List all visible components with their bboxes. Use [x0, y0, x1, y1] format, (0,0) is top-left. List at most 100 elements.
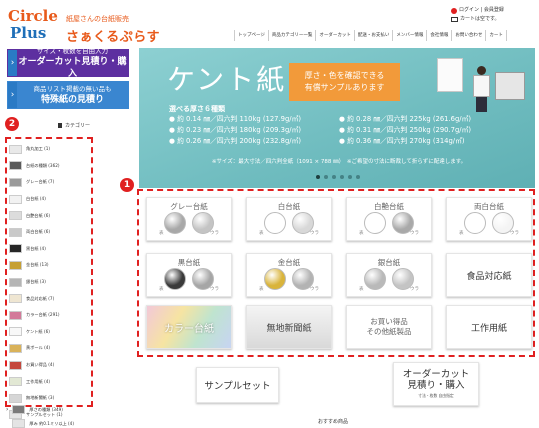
chevron-right-icon: › [8, 50, 17, 76]
hero-sample-callout: 厚さ・色を確認できる 有償サンプルあります [289, 63, 400, 101]
back-label: ウラ [310, 287, 319, 292]
product-label: カラー台紙 [164, 323, 214, 335]
category-heading: カテゴリー [58, 122, 90, 129]
sample-set-button[interactable]: サンプルセット [196, 367, 279, 403]
category-label: 角丸加工 (1) [26, 146, 51, 152]
nav-shipping[interactable]: 配送・お支払い [353, 30, 393, 41]
category-heading-label: カテゴリー [65, 123, 91, 129]
product-tile[interactable]: 金台紙表 ウラ [246, 253, 332, 297]
category-label: ケント紙 (6) [26, 328, 50, 334]
product-tile-color[interactable]: カラー台紙 [146, 305, 232, 349]
hero-size-note: ※サイズ：最大寸法／四六判全紙（1091 × 788 ㎜） ※ご希望の寸法に断裁… [211, 159, 467, 165]
category-item[interactable]: 黄ボール (4) [9, 340, 89, 357]
category-thumb [9, 327, 22, 337]
category-label: 厚さの種類 (349) [29, 406, 63, 412]
category-label: 銀台紙 (3) [26, 279, 46, 285]
product-tile-newspaper[interactable]: 無地新聞紙 [246, 305, 332, 349]
product-tile[interactable]: 白台紙表 ウラ [246, 197, 332, 241]
product-tile-craft[interactable]: 工作用紙 [446, 305, 532, 349]
logo-subtitle: 紙屋さんの台紙販売 [66, 15, 129, 23]
person-illustration [471, 66, 491, 112]
carousel-dot[interactable] [340, 175, 344, 179]
product-tile[interactable]: 白艶台紙表 ウラ [346, 197, 432, 241]
category-item[interactable]: 白台紙 (4) [9, 191, 89, 208]
product-tile-bargain[interactable]: お買い得品 その他紙製品 [346, 305, 432, 349]
button-label: 見積り・購入 [407, 380, 465, 391]
category-item[interactable]: 金台紙 (13) [9, 257, 89, 274]
category-thumb [9, 144, 22, 154]
special-paper-banner[interactable]: › 商品リスト掲載の無い品も 特殊紙の見積り [7, 81, 129, 109]
nav-cart[interactable]: カート [485, 30, 507, 41]
back-label: ウラ [310, 231, 319, 236]
nav-top[interactable]: トップページ [234, 30, 268, 41]
category-list: 角丸加工 (1) 台紙の種類 (362) グレー台紙 (7) 白台紙 (4) 白艶台紙 … [9, 141, 89, 423]
category-label: 両白台紙 (6) [26, 229, 51, 235]
category-item[interactable]: 台紙の種類 (362) [9, 158, 89, 175]
category-thumb [9, 227, 22, 237]
front-label: 表 [159, 287, 164, 292]
category-item[interactable]: お買い得品 (4) [9, 357, 89, 374]
cart-status[interactable]: カートは空です。 [460, 15, 500, 24]
category-item[interactable]: ケント紙 (6) [9, 324, 89, 341]
order-cut-banner[interactable]: › サイズ・枚数を自由入力 オーダーカット見積り・購入 [7, 47, 129, 79]
product-label-line: お買い得品 [370, 317, 408, 326]
thickness-item: ● 約 0.31 ㎜／四六判 250kg (290.7g/㎡) [339, 126, 472, 134]
category-item[interactable]: 白艶台紙 (6) [9, 207, 89, 224]
cart-icon [451, 17, 458, 22]
category-thumb [9, 244, 22, 254]
order-cut-button[interactable]: オーダーカット 見積り・購入 寸法・枚数 自由指定 [393, 362, 479, 406]
carousel-dot[interactable] [332, 175, 336, 179]
category-label: 黒台紙 (4) [26, 245, 46, 251]
category-item[interactable]: 角丸加工 (1) [9, 141, 89, 158]
nav-company[interactable]: 会社情報 [426, 30, 451, 41]
carousel-dot[interactable] [324, 175, 328, 179]
hero-banner[interactable]: ケント紙 厚さ・色を確認できる 有償サンプルあります 選べる厚さ６種類 ● 約 … [139, 48, 535, 188]
nav-order-cut[interactable]: オーダーカット [315, 30, 354, 41]
category-item[interactable]: 食品対応紙 (7) [9, 290, 89, 307]
callout-line: 有償サンプルあります [304, 83, 385, 92]
front-swatch [364, 212, 386, 234]
product-label: 銀台紙 [377, 258, 401, 267]
carousel-dot[interactable] [348, 175, 352, 179]
product-tile[interactable]: 両白台紙表 ウラ [446, 197, 532, 241]
category-item[interactable]: 黒台紙 (4) [9, 241, 89, 258]
category-thumb [12, 405, 26, 414]
thickness-item: ● 約 0.28 ㎜／四六判 225kg (261.6g/㎡) [339, 115, 472, 123]
front-label: 表 [359, 287, 364, 292]
category-item[interactable]: 無地新聞紙 (3) [9, 390, 89, 407]
category-thumb [9, 294, 22, 304]
nav-member[interactable]: メンバー情報 [392, 30, 426, 41]
category-thumb [9, 393, 22, 403]
product-tile[interactable]: 銀台紙表 ウラ [346, 253, 432, 297]
login-icon [451, 7, 457, 14]
category-item[interactable]: 両白台紙 (6) [9, 224, 89, 241]
thickness-item: ● 約 0.14 ㎜／四六判 110kg (127.9g/㎡) [169, 115, 302, 123]
printer-illustration [495, 72, 525, 100]
category-item-thickness-01[interactable]: › 厚み 約0.1ミリ以上 (4) [6, 419, 74, 428]
site-logo[interactable]: Circle Plus 紙屋さんの台紙販売 さぁくるぷらす [8, 8, 159, 46]
category-item[interactable]: カラー台紙 (291) [9, 307, 89, 324]
banner-caption: 商品リスト掲載の無い品も [33, 84, 112, 93]
front-swatch [164, 268, 186, 290]
category-item[interactable]: 銀台紙 (3) [9, 274, 89, 291]
thickness-item: ● 約 0.23 ㎜／四六判 180kg (209.3g/㎡) [169, 126, 302, 134]
nav-contact[interactable]: お問い合わせ [451, 30, 485, 41]
category-label: カラー台紙 (291) [26, 312, 60, 318]
login-link[interactable]: ログイン | 会員登録 [459, 6, 504, 15]
category-label: 台紙の種類 (362) [26, 162, 60, 168]
chevron-right-icon: › [6, 406, 9, 413]
product-tile-food[interactable]: 食品対応紙 [446, 253, 532, 297]
category-thumb [9, 277, 22, 287]
category-label: 無地新聞紙 (3) [26, 395, 55, 401]
product-tile[interactable]: 黒台紙表 ウラ [146, 253, 232, 297]
callout-badge-2: 2 [5, 117, 19, 131]
category-thumb [9, 310, 22, 320]
carousel-dot[interactable] [316, 175, 320, 179]
thickness-item: ● 約 0.26 ㎜／四六判 200kg (232.8g/㎡) [169, 137, 302, 145]
category-item-thickness[interactable]: › 厚さの種類 (349) [6, 405, 63, 414]
category-item[interactable]: グレー台紙 (7) [9, 174, 89, 191]
product-tile[interactable]: グレー台紙表 ウラ [146, 197, 232, 241]
carousel-dot[interactable] [356, 175, 360, 179]
category-item[interactable]: 工作用紙 (4) [9, 373, 89, 390]
nav-categories[interactable]: 商品カテゴリー一覧 [267, 30, 316, 41]
